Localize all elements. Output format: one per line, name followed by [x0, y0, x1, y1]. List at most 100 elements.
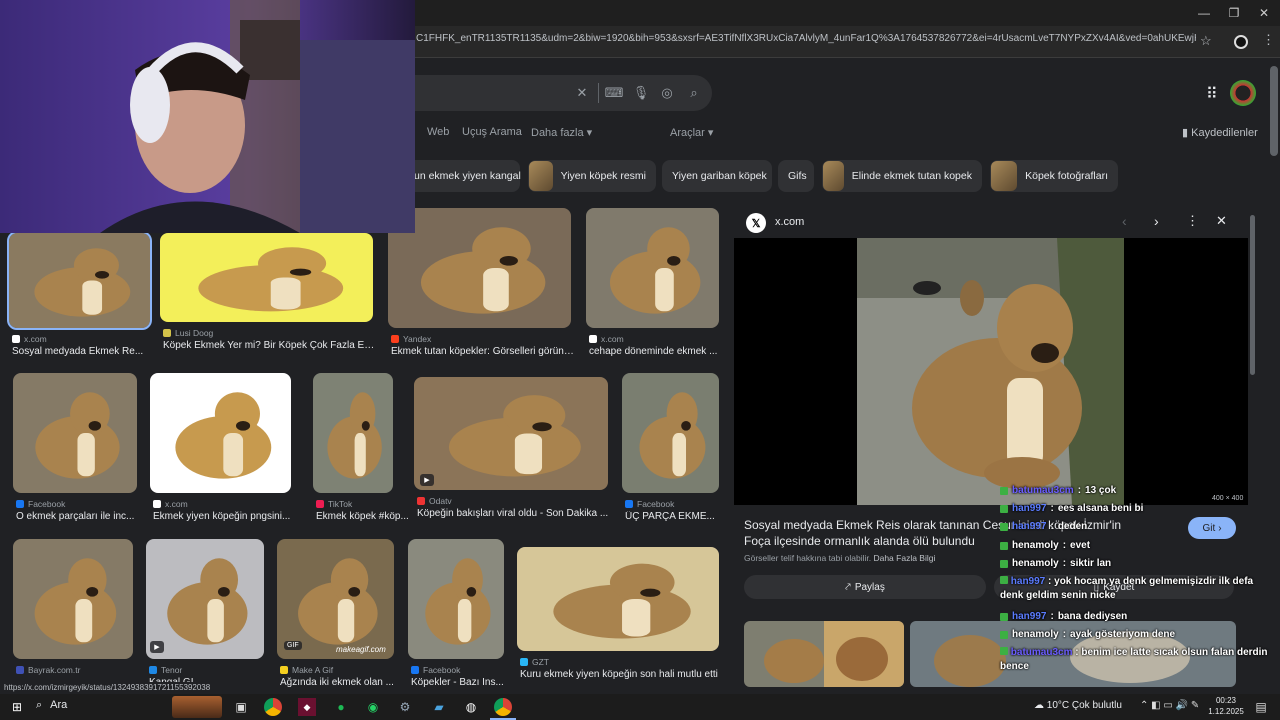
result-image-8[interactable]	[414, 377, 608, 490]
result-image-11[interactable]	[146, 539, 264, 659]
result-source[interactable]: x.com	[153, 499, 188, 509]
tab-web[interactable]: Web	[427, 126, 449, 138]
chip-label: Yiyen köpek resmi	[560, 170, 646, 182]
result-source[interactable]: Bayrak.com.tr	[16, 665, 80, 675]
taskbar-search-label: Ara	[50, 699, 68, 711]
account-avatar[interactable]	[1230, 80, 1256, 106]
panel-site[interactable]: x.com	[775, 216, 804, 228]
share-button[interactable]: ⤤ Paylaş	[744, 575, 986, 599]
page-scrollbar[interactable]	[1270, 66, 1278, 156]
chat-separator: :	[1062, 558, 1067, 569]
chip-kangal[interactable]: un ekmek yiyen kangal	[406, 160, 521, 192]
result-image-1[interactable]	[7, 231, 152, 330]
menu-kebab-icon[interactable]: ⋮	[1262, 32, 1275, 48]
widget-picture[interactable]	[172, 696, 222, 718]
result-image-14[interactable]	[517, 547, 719, 651]
chrome-active-icon[interactable]	[494, 698, 512, 716]
task-view-icon[interactable]: ▣	[232, 698, 250, 716]
result-image-6[interactable]	[150, 373, 291, 493]
result-source[interactable]: Tenor	[149, 665, 182, 675]
lens-camera-icon[interactable]: ◎	[657, 83, 677, 103]
result-caption[interactable]: Ağzında iki ekmek olan ...	[280, 677, 410, 688]
chip-gariban-kopek[interactable]: Yiyen gariban köpek	[662, 160, 772, 192]
result-image-7[interactable]	[313, 373, 393, 493]
chip-yiyen-kopek-resmi[interactable]: Yiyen köpek resmi	[528, 160, 656, 192]
obs-icon[interactable]: ◍	[462, 698, 480, 716]
result-source[interactable]: Lusi Doog	[163, 328, 213, 338]
result-image-9[interactable]	[622, 373, 719, 493]
result-source[interactable]: Yandex	[391, 334, 431, 344]
result-source[interactable]: GZT	[520, 657, 549, 667]
preview-image[interactable]	[857, 238, 1124, 505]
result-image-3[interactable]	[388, 208, 571, 328]
chat-message: batumau3cm : benim ice latte sıcak olsun…	[1000, 646, 1268, 674]
tools-button[interactable]: Araçlar ▾	[670, 126, 713, 139]
url-text[interactable]: C1FHFK_enTR1135TR1135&udm=2&biw=1920&bih…	[416, 33, 1196, 51]
tab-more[interactable]: Daha fazla ▾	[531, 126, 592, 139]
more-info-link[interactable]: Daha Fazla Bilgi	[873, 553, 935, 563]
apps-grid-icon[interactable]: ⠿	[1206, 84, 1218, 104]
dog-photo	[198, 247, 344, 312]
notifications-icon[interactable]: ▤	[1252, 698, 1270, 716]
next-icon[interactable]: ›	[1154, 213, 1159, 229]
chat-separator: :	[1050, 611, 1054, 622]
clear-search-icon[interactable]: ✕	[572, 83, 592, 103]
chrome-icon[interactable]	[264, 698, 282, 716]
app-icon[interactable]: ◆	[298, 698, 316, 716]
prev-icon[interactable]: ‹	[1122, 213, 1127, 229]
result-caption[interactable]: Ekmek yiyen köpeğin pngsini...	[153, 511, 294, 522]
microphone-icon[interactable]: 🎙	[631, 83, 651, 103]
close-panel-icon[interactable]: ✕	[1216, 213, 1227, 229]
tray-icons[interactable]: ⌃ ◧ ▭ 🔊 ✎	[1140, 700, 1199, 711]
keyboard-icon[interactable]: ⌨	[604, 83, 624, 103]
site-favicon-icon	[280, 666, 288, 674]
related-image-1[interactable]	[744, 621, 904, 687]
chat-badge-icon	[1000, 487, 1008, 495]
result-caption[interactable]: cehape döneminde ekmek ...	[589, 346, 722, 357]
result-source[interactable]: Make A Gif	[280, 665, 333, 675]
chip-kopek-fotograflari[interactable]: Köpek fotoğrafları	[990, 160, 1118, 192]
more-options-icon[interactable]: ⋮	[1186, 213, 1199, 229]
restore-icon[interactable]: ❐	[1218, 0, 1250, 26]
result-image-2[interactable]	[160, 233, 373, 322]
saved-button[interactable]: ▮ Kaydedilenler	[1182, 126, 1258, 139]
minimize-icon[interactable]: —	[1188, 0, 1220, 26]
search-icon[interactable]: ⌕	[684, 83, 704, 103]
result-source[interactable]: Odatv	[417, 496, 452, 506]
chip-elinde-ekmek[interactable]: Elinde ekmek tutan kopek	[822, 160, 982, 192]
site-favicon-icon	[16, 666, 24, 674]
result-source[interactable]: x.com	[12, 334, 47, 344]
result-caption[interactable]: Köpek Ekmek Yer mi? Bir Köpek Çok Fazla …	[163, 340, 376, 351]
windows-taskbar: ⊞ ⌕ Ara ▣ ◆ ● ◉ ⚙ ▰ ◍ ☁ 10°C Çok bulutlu …	[0, 694, 1280, 720]
result-caption[interactable]: Köpeğin bakışları viral oldu - Son Dakik…	[417, 508, 611, 519]
profile-icon[interactable]	[1234, 35, 1248, 49]
result-caption[interactable]: Kuru ekmek yiyen köpeğin son hali mutlu …	[520, 669, 722, 680]
result-image-5[interactable]	[13, 373, 137, 493]
spotify-icon[interactable]: ●	[332, 698, 350, 716]
clock[interactable]: 00:23 1.12.2025	[1206, 695, 1246, 717]
tab-flights[interactable]: Uçuş Arama	[462, 126, 522, 138]
result-caption[interactable]: Ekmek tutan köpekler: Görselleri görünt.…	[391, 346, 574, 357]
result-source[interactable]: x.com	[589, 334, 624, 344]
panel-scrollbar[interactable]	[1250, 215, 1255, 375]
steam-icon[interactable]: ⚙	[396, 698, 414, 716]
chat-badge-icon	[1000, 576, 1008, 584]
result-image-4[interactable]	[586, 208, 719, 328]
files-icon[interactable]: ▰	[430, 698, 448, 716]
close-window-icon[interactable]: ✕	[1248, 0, 1280, 26]
result-source[interactable]: TikTok	[316, 499, 352, 509]
result-image-10[interactable]	[13, 539, 133, 659]
bookmark-star-icon[interactable]: ☆	[1200, 33, 1212, 49]
weather-widget[interactable]: ☁ 10°C Çok bulutlu	[1034, 700, 1122, 711]
result-caption[interactable]: Sosyal medyada Ekmek Re...	[12, 346, 153, 357]
result-source[interactable]: Facebook	[411, 665, 460, 675]
result-image-13[interactable]	[408, 539, 504, 659]
result-caption[interactable]: O ekmek parçaları ile inc...	[16, 511, 146, 522]
chat-badge-icon	[1000, 542, 1008, 550]
chip-gifs[interactable]: Gifs	[778, 160, 814, 192]
result-source[interactable]: Facebook	[625, 499, 674, 509]
windows-start-icon[interactable]: ⊞	[8, 698, 26, 716]
taskbar-search[interactable]: ⌕ Ara	[36, 699, 67, 712]
result-source[interactable]: Facebook	[16, 499, 65, 509]
whatsapp-icon[interactable]: ◉	[364, 698, 382, 716]
